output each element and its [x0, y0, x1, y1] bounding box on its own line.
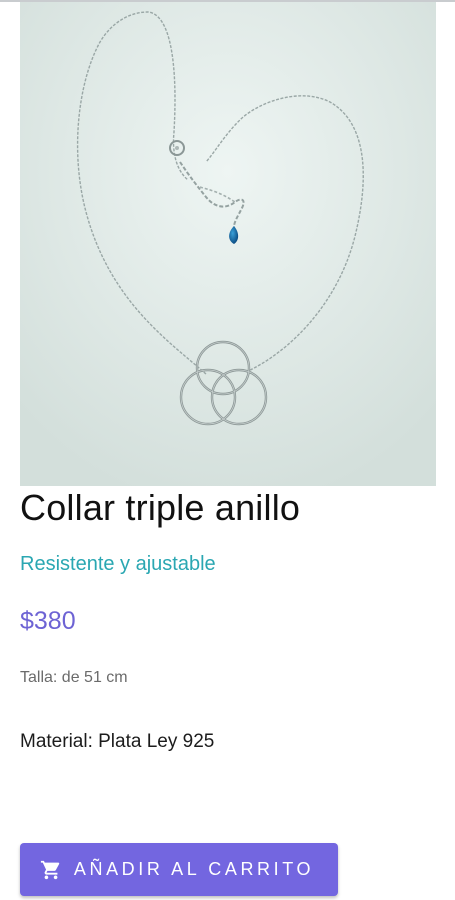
add-to-cart-button[interactable]: AÑADIR AL CARRITO — [20, 843, 338, 896]
product-material: Material: Plata Ley 925 — [20, 731, 215, 752]
product-size: Talla: de 51 cm — [20, 669, 128, 686]
product-image — [20, 2, 436, 486]
product-subtitle: Resistente y ajustable — [20, 553, 216, 575]
add-to-cart-label: AÑADIR AL CARRITO — [73, 859, 315, 879]
cart-icon — [40, 859, 62, 881]
product-page: Collar triple anillo Resistente y ajusta… — [0, 0, 455, 900]
product-price: $380 — [20, 607, 76, 635]
product-title: Collar triple anillo — [20, 487, 301, 528]
